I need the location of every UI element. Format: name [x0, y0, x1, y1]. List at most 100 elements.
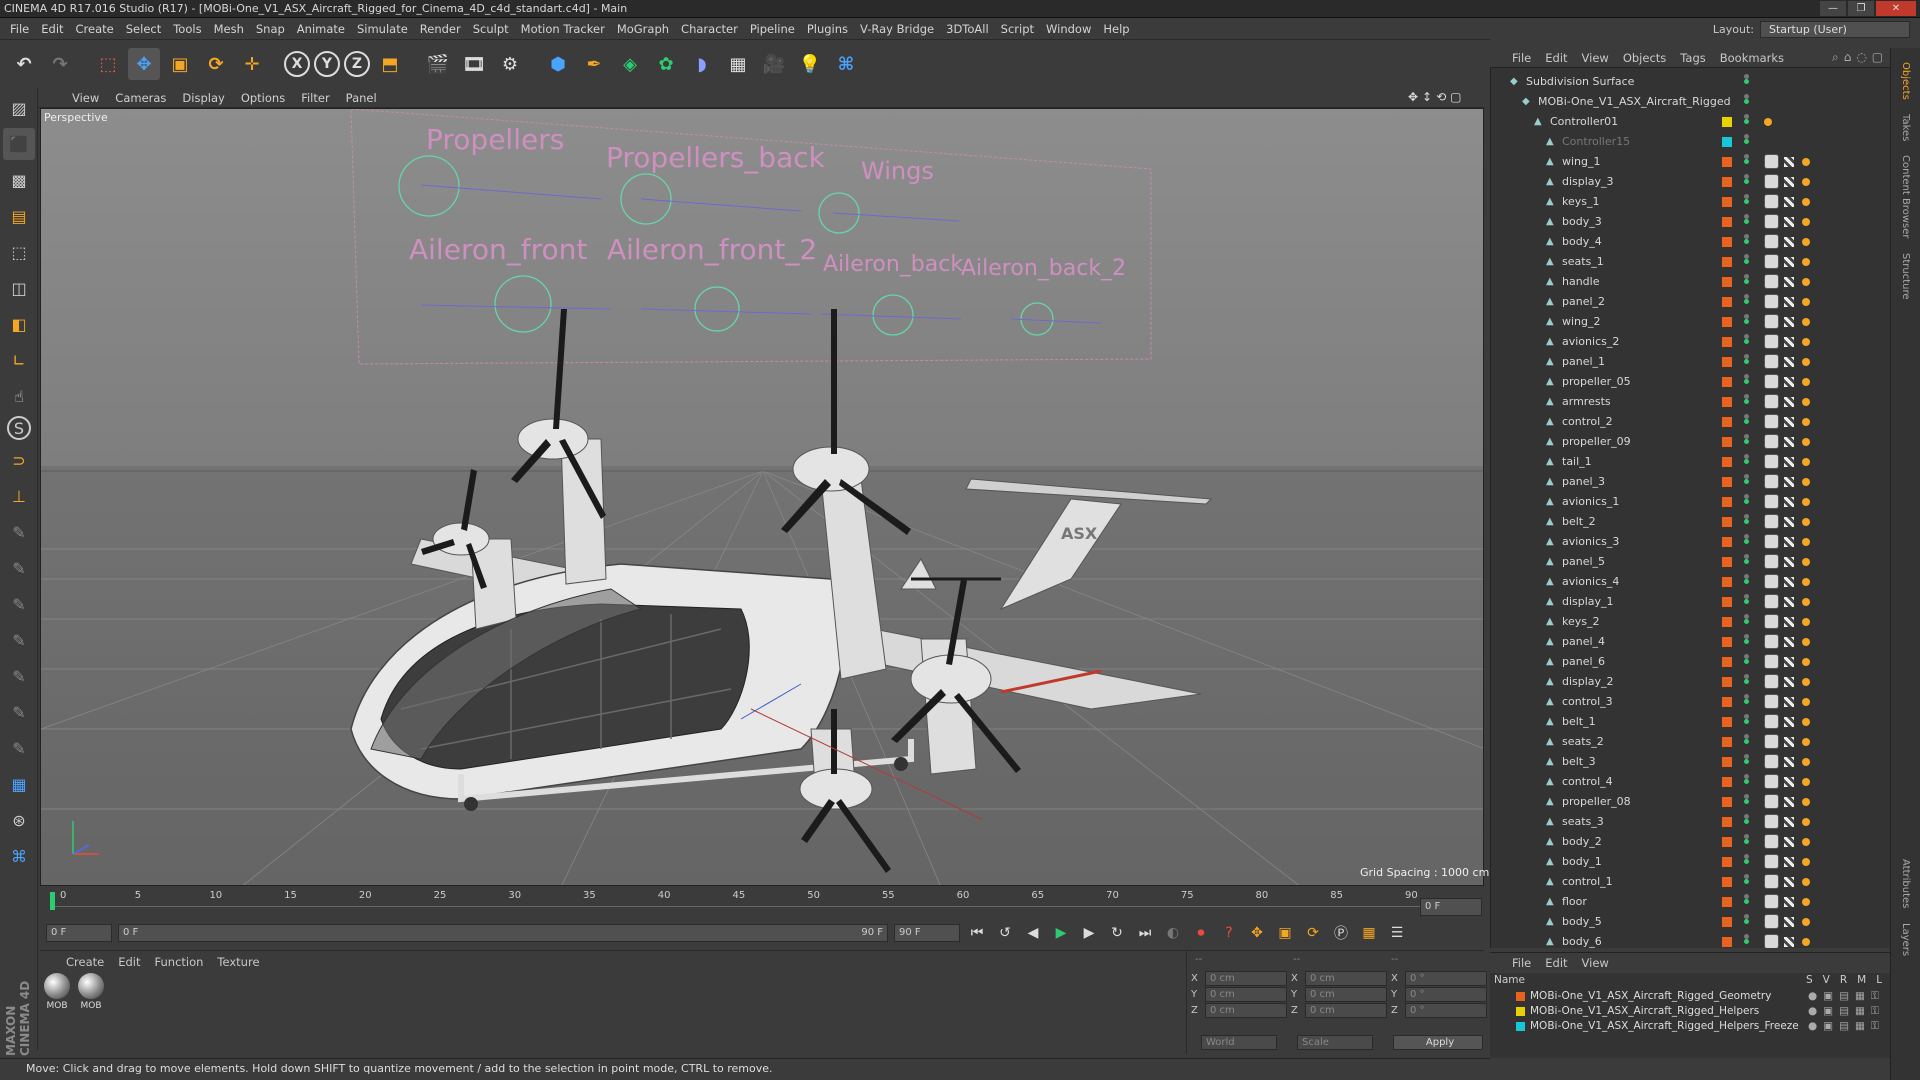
texture-tag-icon[interactable]: [1784, 197, 1794, 207]
right-tab-takes[interactable]: Takes: [1900, 114, 1911, 141]
texture-tag-icon[interactable]: [1784, 157, 1794, 167]
render-visibility-dot[interactable]: [1744, 679, 1749, 684]
menu-pipeline[interactable]: Pipeline: [744, 22, 801, 36]
coordinate-field[interactable]: 0 cm: [1305, 987, 1387, 1002]
phong-tag-icon[interactable]: [1802, 898, 1810, 906]
layer-color-swatch[interactable]: [1722, 597, 1732, 607]
render-visibility-dot[interactable]: [1744, 579, 1749, 584]
render-visibility-dot[interactable]: [1744, 599, 1749, 604]
layer-toggle-icons[interactable]: ●▣▤▦⚿: [1808, 1019, 1885, 1034]
material-tag-icon[interactable]: [1764, 594, 1779, 609]
object-row[interactable]: ▲ body_1: [1490, 852, 1890, 872]
texture-tag-icon[interactable]: [1784, 597, 1794, 607]
object-row[interactable]: ▲ panel_2: [1490, 292, 1890, 312]
layer-color-swatch[interactable]: [1722, 617, 1732, 627]
right-tab-content-browser[interactable]: Content Browser: [1900, 155, 1911, 238]
layer-color-swatch[interactable]: [1722, 417, 1732, 427]
viewport-perspective[interactable]: Propellers Propellers_back Wings Aileron…: [40, 108, 1484, 886]
coordinate-field[interactable]: 0 cm: [1305, 1003, 1387, 1018]
make-editable-icon[interactable]: ▨: [3, 92, 35, 124]
key-rotation-icon[interactable]: ⟳: [1302, 922, 1324, 944]
layer-color-swatch[interactable]: [1722, 837, 1732, 847]
phong-tag-icon[interactable]: [1802, 838, 1810, 846]
layer-toggle-icons[interactable]: ●▣▤▦⚿: [1808, 989, 1885, 1004]
object-row[interactable]: ▲ body_3: [1490, 212, 1890, 232]
phong-tag-icon[interactable]: [1802, 658, 1810, 666]
smooth-brush-icon[interactable]: ✎: [3, 588, 35, 620]
right-tab-layers[interactable]: Layers: [1900, 923, 1911, 956]
object-row[interactable]: ▲ tail_1: [1490, 452, 1890, 472]
material-tag-icon[interactable]: [1764, 754, 1779, 769]
material-tag-icon[interactable]: [1764, 694, 1779, 709]
render-visibility-dot[interactable]: [1744, 99, 1749, 104]
material-tag-icon[interactable]: [1764, 314, 1779, 329]
phong-tag-icon[interactable]: [1764, 118, 1772, 126]
texture-tag-icon[interactable]: [1784, 477, 1794, 487]
phong-tag-icon[interactable]: [1802, 198, 1810, 206]
layer-menu-view[interactable]: View: [1582, 956, 1609, 973]
layer-color-swatch[interactable]: [1722, 737, 1732, 747]
layer-color-swatch[interactable]: [1722, 537, 1732, 547]
material-menu-function[interactable]: Function: [155, 955, 204, 969]
material-tag-icon[interactable]: [1764, 474, 1779, 489]
layer-color-swatch[interactable]: [1516, 1022, 1525, 1031]
render-visibility-dot[interactable]: [1744, 799, 1749, 804]
object-row[interactable]: ▲ seats_3: [1490, 812, 1890, 832]
render-visibility-dot[interactable]: [1744, 199, 1749, 204]
render-visibility-dot[interactable]: [1744, 819, 1749, 824]
object-row[interactable]: ▲ control_2: [1490, 412, 1890, 432]
render-visibility-dot[interactable]: [1744, 119, 1749, 124]
phong-tag-icon[interactable]: [1802, 438, 1810, 446]
polygons-mode-icon[interactable]: ◧: [3, 308, 35, 340]
phong-tag-icon[interactable]: [1802, 358, 1810, 366]
phong-tag-icon[interactable]: [1802, 598, 1810, 606]
layer-color-swatch[interactable]: [1722, 517, 1732, 527]
texture-tag-icon[interactable]: [1784, 677, 1794, 687]
close-button[interactable]: ✕: [1876, 1, 1916, 16]
key-pla-icon[interactable]: ▦: [1358, 922, 1380, 944]
sculpt-brush-icon[interactable]: ✎: [3, 516, 35, 548]
phong-tag-icon[interactable]: [1802, 798, 1810, 806]
key-param-icon[interactable]: Ⓟ: [1330, 922, 1352, 944]
phong-tag-icon[interactable]: [1802, 758, 1810, 766]
autokey-icon[interactable]: ?: [1218, 922, 1240, 944]
render-visibility-dot[interactable]: [1744, 379, 1749, 384]
object-row[interactable]: ▲ belt_3: [1490, 752, 1890, 772]
material-tag-icon[interactable]: [1764, 534, 1779, 549]
viewport-menu-cameras[interactable]: Cameras: [107, 91, 174, 105]
phong-tag-icon[interactable]: [1802, 218, 1810, 226]
render-visibility-dot[interactable]: [1744, 859, 1749, 864]
layer-color-swatch[interactable]: [1722, 657, 1732, 667]
selection-tool-icon[interactable]: ⬚: [92, 48, 124, 80]
object-row[interactable]: ▲ avionics_2: [1490, 332, 1890, 352]
object-row[interactable]: ▲ handle: [1490, 272, 1890, 292]
phong-tag-icon[interactable]: [1802, 698, 1810, 706]
move-tool-icon[interactable]: ✥: [128, 48, 160, 80]
phong-tag-icon[interactable]: [1802, 878, 1810, 886]
camera-icon[interactable]: 🎥: [758, 48, 790, 80]
texture-tag-icon[interactable]: [1784, 177, 1794, 187]
tweak-mode-icon[interactable]: ☝: [3, 380, 35, 412]
menu-create[interactable]: Create: [70, 22, 120, 36]
menu-file[interactable]: File: [4, 22, 35, 36]
material-menu-edit[interactable]: Edit: [118, 955, 140, 969]
phong-tag-icon[interactable]: [1802, 858, 1810, 866]
object-menu-view[interactable]: View: [1582, 51, 1609, 65]
render-visibility-dot[interactable]: [1744, 159, 1749, 164]
object-row[interactable]: ▲ keys_2: [1490, 612, 1890, 632]
viewport-navigation-icons[interactable]: ✥↕⟲▢: [1408, 90, 1466, 104]
layer-color-swatch[interactable]: [1722, 437, 1732, 447]
layer-color-swatch[interactable]: [1722, 497, 1732, 507]
texture-tag-icon[interactable]: [1784, 277, 1794, 287]
key-position-icon[interactable]: ✥: [1246, 922, 1268, 944]
material-tag-icon[interactable]: [1764, 854, 1779, 869]
x-axis-lock-icon[interactable]: X: [284, 51, 310, 77]
menu-tools[interactable]: Tools: [167, 22, 207, 36]
object-row[interactable]: ▲ body_2: [1490, 832, 1890, 852]
object-row[interactable]: ▲ armrests: [1490, 392, 1890, 412]
object-menu-edit[interactable]: Edit: [1545, 51, 1567, 65]
coordinate-field[interactable]: 0 cm: [1205, 1003, 1287, 1018]
texture-tag-icon[interactable]: [1784, 437, 1794, 447]
coordinate-system-icon[interactable]: ⬒: [374, 48, 406, 80]
render-visibility-dot[interactable]: [1744, 839, 1749, 844]
